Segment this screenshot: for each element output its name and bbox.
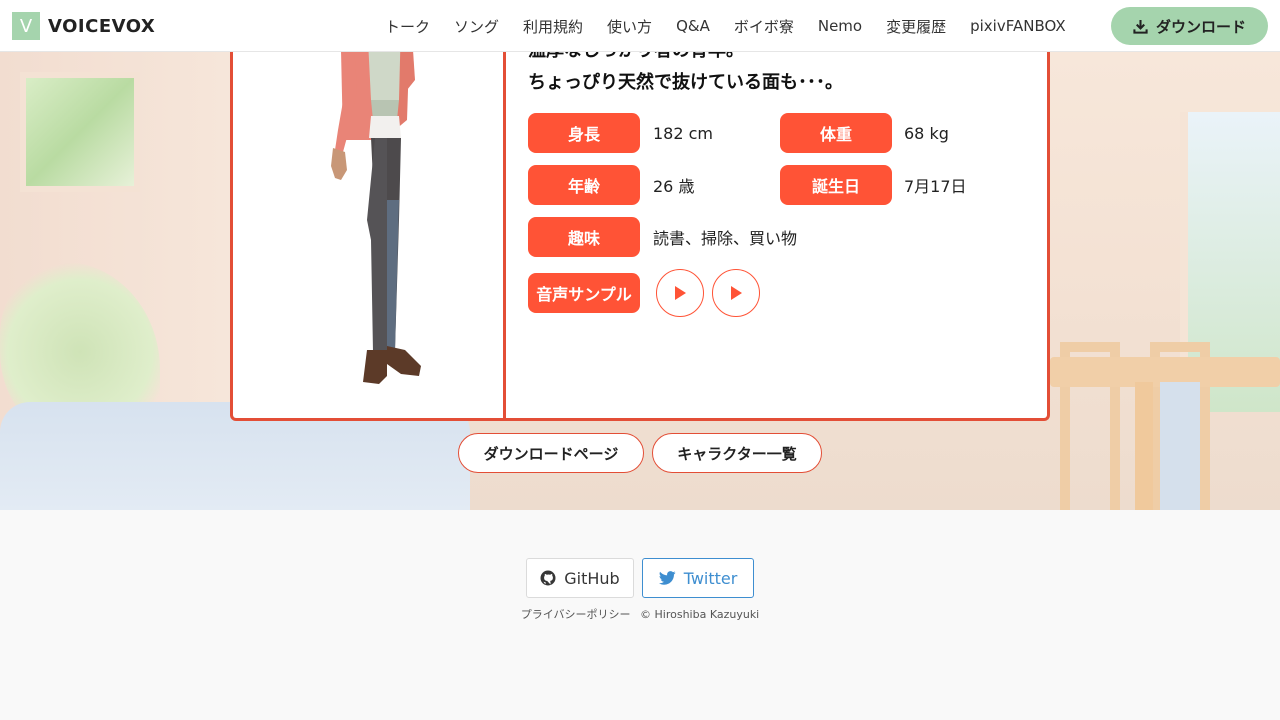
github-icon <box>540 570 556 586</box>
nav-talk[interactable]: トーク <box>385 16 430 37</box>
nav-pixiv-fanbox[interactable]: pixivFANBOX <box>970 17 1066 35</box>
hobby-value: 読書、掃除、買い物 <box>653 229 798 248</box>
download-button[interactable]: ダウンロード <box>1111 7 1268 45</box>
privacy-policy-link[interactable]: プライバシーポリシー <box>521 608 631 621</box>
nav-voibo-dorm[interactable]: ボイボ寮 <box>734 16 794 37</box>
card-divider <box>503 20 506 418</box>
nav-qa[interactable]: Q&A <box>676 17 710 35</box>
twitter-label: Twitter <box>683 568 738 588</box>
character-illustration <box>331 20 421 384</box>
footer-links: プライバシーポリシー © Hiroshiba Kazuyuki <box>0 606 1280 622</box>
nav-nemo[interactable]: Nemo <box>818 17 862 35</box>
hobby-label: 趣味 <box>528 217 640 257</box>
nav-terms[interactable]: 利用規約 <box>523 16 583 37</box>
top-navbar: V VOICEVOX トーク ソング 利用規約 使い方 Q&A ボイボ寮 Nem… <box>0 0 1280 52</box>
wall-picture-frame <box>20 72 140 192</box>
nav-changelog[interactable]: 変更履歴 <box>886 16 946 37</box>
play-sample-2-button[interactable] <box>712 269 760 317</box>
play-icon <box>731 286 742 300</box>
twitter-icon <box>658 571 676 585</box>
weight-value: 68 kg <box>904 123 949 143</box>
github-label: GitHub <box>564 568 620 588</box>
table-leg <box>1135 382 1153 510</box>
twitter-button[interactable]: Twitter <box>642 558 754 598</box>
play-icon <box>675 286 686 300</box>
play-sample-1-button[interactable] <box>656 269 704 317</box>
age-label: 年齢 <box>528 165 640 205</box>
birthday-value: 7月17日 <box>904 177 967 196</box>
height-label: 身長 <box>528 113 640 153</box>
table-pole <box>1160 382 1200 510</box>
height-value: 182 cm <box>653 123 714 143</box>
age-value: 26 歳 <box>653 177 695 196</box>
logo-text: VOICEVOX <box>48 15 156 37</box>
voice-sample-label: 音声サンプル <box>528 273 640 313</box>
nav-howto[interactable]: 使い方 <box>607 16 652 37</box>
character-list-button[interactable]: キャラクター一覧 <box>652 433 822 473</box>
nav-song[interactable]: ソング <box>454 16 499 37</box>
download-button-label: ダウンロード <box>1155 17 1246 36</box>
copyright-text: © Hiroshiba Kazuyuki <box>640 608 760 621</box>
description-line2: ちょっぴり天然で抜けている面も･･･。 <box>528 72 843 93</box>
birthday-label: 誕生日 <box>780 165 892 205</box>
download-icon <box>1133 19 1148 34</box>
logo[interactable]: V VOICEVOX <box>12 12 155 40</box>
weight-label: 体重 <box>780 113 892 153</box>
github-button[interactable]: GitHub <box>526 558 634 598</box>
main-nav: トーク ソング 利用規約 使い方 Q&A ボイボ寮 Nemo 変更履歴 pixi… <box>385 0 1090 52</box>
logo-mark-icon: V <box>12 12 40 40</box>
download-page-button[interactable]: ダウンロードページ <box>458 433 644 473</box>
